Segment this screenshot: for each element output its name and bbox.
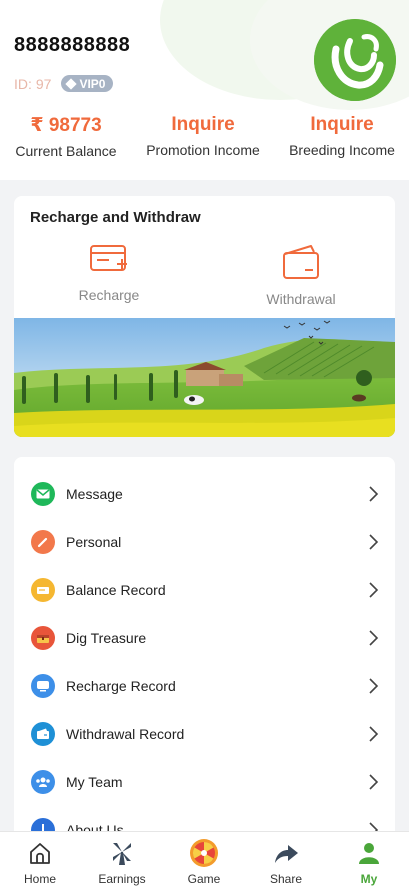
- chevron-right-icon: [369, 534, 379, 550]
- tab-label: Earnings: [98, 872, 146, 886]
- menu-item-label: Recharge Record: [66, 678, 176, 694]
- tab-label: Home: [23, 872, 56, 886]
- recharge-record-icon: [31, 674, 55, 698]
- menu-item-dig-treasure[interactable]: Dig Treasure: [14, 614, 395, 662]
- tab-label: Game: [187, 872, 221, 886]
- farm-banner-image: [14, 318, 395, 437]
- vip-badge: VIP0: [61, 75, 114, 92]
- tab-label: My: [360, 872, 378, 886]
- withdrawal-label: Withdrawal: [266, 291, 336, 307]
- tab-share[interactable]: Share: [246, 832, 326, 890]
- share-icon: [275, 845, 298, 863]
- recharge-withdraw-card: Recharge and Withdraw Recharge Withdrawa…: [14, 196, 395, 437]
- balance-icon: [31, 578, 55, 602]
- stat-promotion-income[interactable]: Inquire Promotion Income: [140, 114, 266, 158]
- stat-breeding-income[interactable]: Inquire Breeding Income: [282, 114, 402, 158]
- recharge-label: Recharge: [78, 287, 140, 303]
- stat-value[interactable]: Inquire: [140, 114, 266, 136]
- wallet-icon: [283, 245, 319, 279]
- home-icon: [30, 843, 50, 864]
- user-id-line: ID: 97 VIP0: [14, 75, 114, 92]
- withdrawal-button[interactable]: Withdrawal: [246, 242, 356, 307]
- menu-item-balance-record[interactable]: Balance Record: [14, 566, 395, 614]
- diamond-icon: [65, 77, 78, 90]
- chevron-right-icon: [369, 630, 379, 646]
- menu-item-personal[interactable]: Personal: [14, 518, 395, 566]
- tab-home[interactable]: Home: [0, 832, 80, 890]
- pencil-icon: [31, 530, 55, 554]
- menu-item-my-team[interactable]: My Team: [14, 758, 395, 806]
- id-value: 97: [35, 75, 52, 92]
- menu-item-message[interactable]: Message: [14, 470, 395, 518]
- team-icon: [31, 770, 55, 794]
- chevron-right-icon: [369, 582, 379, 598]
- stat-label: Current Balance: [15, 143, 117, 159]
- bottom-tab-bar: Home Earnings Game Share My: [0, 831, 409, 890]
- recharge-icon: [90, 245, 127, 271]
- account-menu: Message Personal Balance Record Dig Trea…: [14, 457, 395, 857]
- tab-game[interactable]: Game: [164, 832, 244, 890]
- brand-logo: [314, 19, 396, 101]
- menu-item-label: Message: [66, 486, 123, 502]
- chevron-right-icon: [369, 678, 379, 694]
- menu-item-label: My Team: [66, 774, 123, 790]
- recharge-button[interactable]: Recharge: [54, 242, 164, 303]
- treasure-icon: [31, 626, 55, 650]
- menu-item-recharge-record[interactable]: Recharge Record: [14, 662, 395, 710]
- stat-value[interactable]: Inquire: [282, 114, 402, 136]
- menu-item-withdrawal-record[interactable]: Withdrawal Record: [14, 710, 395, 758]
- stat-current-balance: ₹ 98773 Current Balance: [8, 114, 124, 159]
- chevron-right-icon: [369, 726, 379, 742]
- stat-label: Breeding Income: [289, 142, 395, 158]
- wheel-icon: [190, 839, 218, 867]
- tab-my[interactable]: My: [329, 832, 409, 890]
- menu-item-label: Dig Treasure: [66, 630, 147, 646]
- message-icon: [31, 482, 55, 506]
- tab-label: Share: [269, 872, 303, 886]
- username: 8888888888: [14, 34, 131, 56]
- card-title: Recharge and Withdraw: [30, 209, 201, 226]
- profile-header: 8888888888 ID: 97 VIP0 ₹ 98773 Current B…: [0, 0, 409, 180]
- menu-item-label: Balance Record: [66, 582, 166, 598]
- stat-value: ₹ 98773: [30, 115, 102, 136]
- menu-item-label: Withdrawal Record: [66, 726, 185, 742]
- person-icon: [359, 843, 379, 864]
- id-label: ID:: [14, 75, 32, 92]
- tab-earnings[interactable]: Earnings: [82, 832, 162, 890]
- menu-item-label: Personal: [66, 534, 122, 550]
- withdrawal-record-icon: [31, 722, 55, 746]
- chevron-right-icon: [369, 774, 379, 790]
- windmill-icon: [113, 843, 131, 865]
- chevron-right-icon: [369, 486, 379, 502]
- stat-label: Promotion Income: [146, 142, 260, 158]
- income-stats: ₹ 98773 Current Balance Inquire Promotio…: [0, 114, 409, 164]
